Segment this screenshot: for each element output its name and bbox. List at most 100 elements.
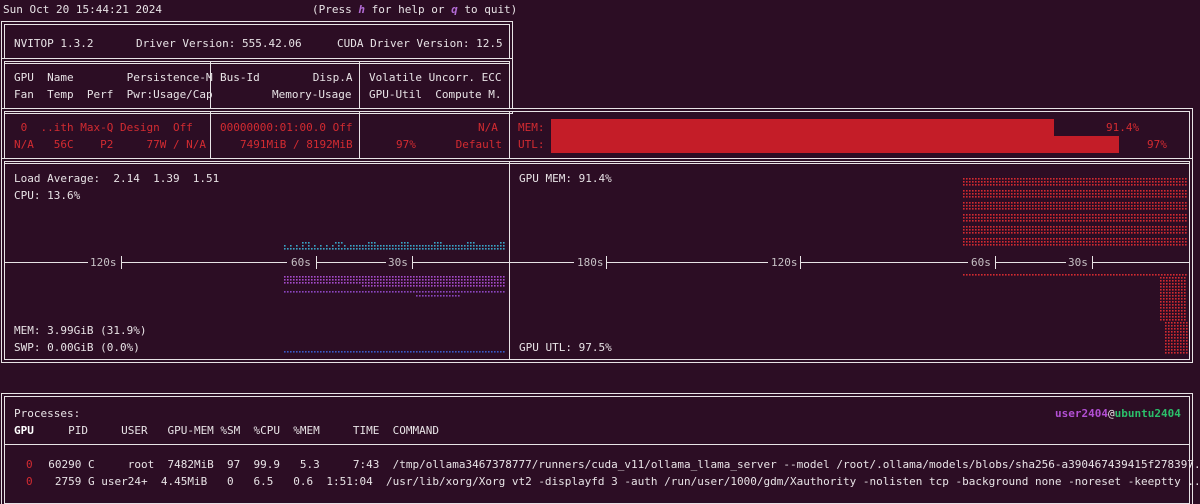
graph-dot [1038,214,1040,216]
graph-dot [1179,202,1181,204]
graph-dot [407,351,409,353]
graph-dot [389,276,391,278]
graph-dot [1011,193,1013,195]
graph-dot [966,229,968,231]
graph-dot [458,295,460,297]
graph-dot [467,285,469,287]
graph-dot [1155,232,1157,234]
graph-dot [972,208,974,210]
graph-dot [1071,229,1073,231]
graph-dot [1152,205,1154,207]
graph-dot [990,217,992,219]
graph-dot [395,245,397,247]
graph-dot [422,245,424,247]
graph-dot [452,279,454,281]
graph-dot [981,229,983,231]
graph-dot [302,351,304,353]
graph-dot [993,229,995,231]
proc-header-gpu[interactable]: GPU [14,424,34,438]
graph-dot [458,248,460,250]
table-row[interactable]: 60290 C root 7482MiB 97 99.9 5.3 7:43 /t… [35,458,1200,472]
graph-dot [1122,229,1124,231]
graph-dot [978,232,980,234]
graph-dot [1166,316,1168,318]
graph-dot [413,282,415,284]
graph-dot [1152,229,1154,231]
graph-dot [485,285,487,287]
graph-dot [975,184,977,186]
graph-dot [1047,214,1049,216]
graph-dot [1014,220,1016,222]
graph-dot [1107,202,1109,204]
graph-dot [1176,196,1178,198]
graph-dot [377,245,379,247]
graph-dot [1182,181,1184,183]
graph-dot [1143,274,1145,276]
graph-dot [395,282,397,284]
graph-dot [311,248,313,250]
graph-dot [1011,178,1013,180]
graph-dot [1119,184,1121,186]
graph-dot [1140,241,1142,243]
graph-dot [1185,238,1187,240]
graph-dot [1164,202,1166,204]
graph-dot [999,241,1001,243]
graph-dot [966,196,968,198]
graph-dot [1044,193,1046,195]
graph-dot [1166,295,1168,297]
graph-dot [1143,238,1145,240]
graph-dot [344,248,346,250]
graph-dot [1152,178,1154,180]
graph-dot [981,217,983,219]
graph-dot [1038,181,1040,183]
proc-header-columns[interactable]: PID USER GPU-MEM %SM %CPU %MEM TIME COMM… [35,424,439,438]
table-row[interactable]: 2759 G user24+ 4.45MiB 0 6.5 0.6 1:51:04… [35,475,1200,489]
graph-dot [1062,196,1064,198]
graph-dot [374,351,376,353]
graph-dot [1128,238,1130,240]
graph-dot [1014,244,1016,246]
graph-dot [963,193,965,195]
graph-dot [1184,304,1186,306]
graph-dot [419,248,421,250]
graph-dot [485,282,487,284]
graph-dot [1186,334,1188,336]
graph-dot [1125,196,1127,198]
graph-dot [383,276,385,278]
graph-dot [1134,193,1136,195]
graph-dot [347,279,349,281]
graph-dot [963,241,965,243]
graph-dot [963,184,965,186]
graph-dot [1002,190,1004,192]
graph-dot [365,291,367,293]
graph-dot [1168,322,1170,324]
graph-dot [476,282,478,284]
graph-dot [1182,178,1184,180]
graph-dot [1098,244,1100,246]
graph-dot [1068,181,1070,183]
graph-dot [1140,202,1142,204]
graph-dot [482,351,484,353]
graph-dot [1050,178,1052,180]
graph-dot [362,291,364,293]
graph-dot [1023,196,1025,198]
graph-dot [1155,214,1157,216]
graph-dot [1002,229,1004,231]
graph-dot [290,279,292,281]
graph-dot [1122,208,1124,210]
graph-dot [1017,229,1019,231]
graph-dot [1170,205,1172,207]
graph-dot [978,226,980,228]
graph-dot [1182,226,1184,228]
graph-dot [1107,244,1109,246]
graph-dot [978,202,980,204]
graph-dot [299,282,301,284]
graph-dot [1175,283,1177,285]
graph-dot [1029,214,1031,216]
graph-dot [975,208,977,210]
graph-dot [1074,220,1076,222]
graph-dot [999,202,1001,204]
graph-dot [1152,241,1154,243]
graph-dot [296,351,298,353]
graph-dot [1128,178,1130,180]
